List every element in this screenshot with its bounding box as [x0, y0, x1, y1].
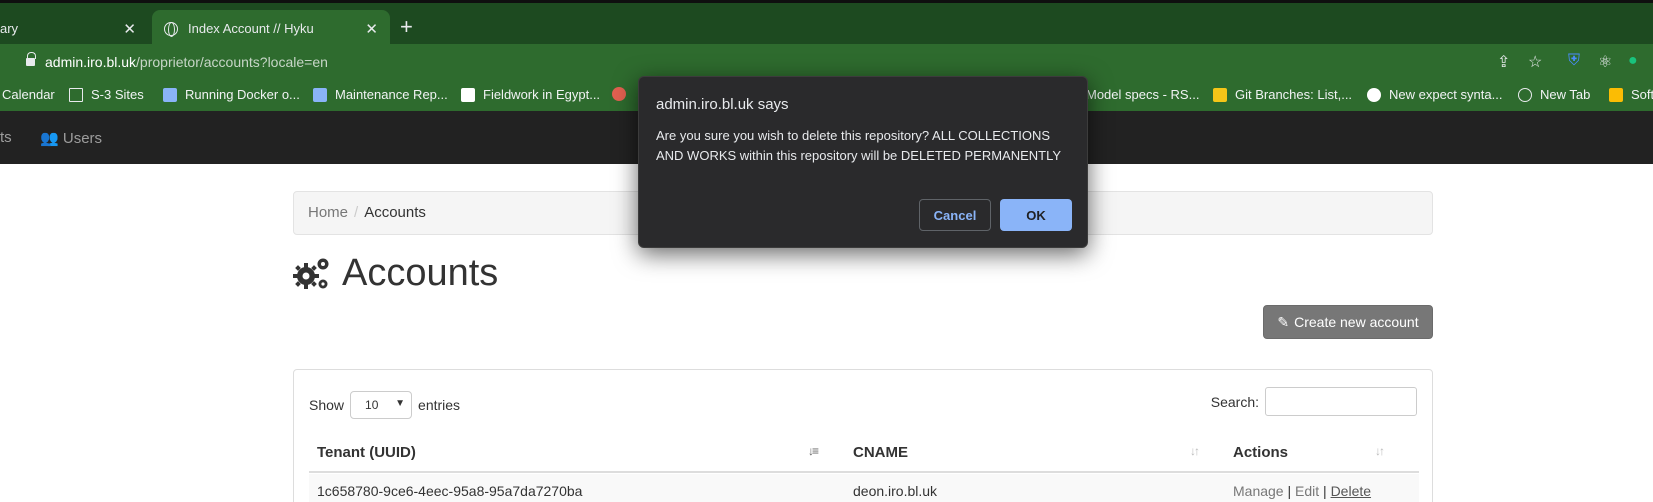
manage-link[interactable]: Manage [1233, 483, 1284, 499]
confirm-dialog: admin.iro.bl.uk says Are you sure you wi… [638, 76, 1088, 248]
bookmark-item[interactable]: Git Branches: List,... [1213, 87, 1352, 102]
bookmark-item[interactable]: Maintenance Rep... [313, 87, 448, 102]
column-header-actions[interactable]: Actions [1233, 444, 1288, 461]
tab-inactive[interactable]: ary ✕ [0, 10, 148, 47]
bookmark-label: Maintenance Rep... [335, 87, 448, 102]
sort-icon[interactable]: ↓↑ [1190, 444, 1200, 458]
bookmark-label: Model specs - RS... [1086, 87, 1200, 102]
sort-icon[interactable]: ↓↑ [1375, 444, 1385, 458]
cname-cell: deon.iro.bl.uk [853, 483, 938, 499]
create-button-label: Create new account [1294, 314, 1419, 330]
bookmark-label: Soft [1631, 87, 1653, 102]
dialog-title: admin.iro.bl.uk says [656, 96, 789, 113]
breadcrumb-current: Accounts [364, 204, 426, 221]
address-bar[interactable]: admin.iro.bl.uk/proprietor/accounts?loca… [0, 44, 1653, 80]
bookmark-label: Calendar [2, 87, 55, 102]
bookmark-label: S-3 Sites [91, 87, 144, 102]
ok-button[interactable]: OK [1000, 199, 1072, 231]
create-new-account-button[interactable]: ✎ Create new account [1263, 305, 1433, 339]
lock-icon[interactable] [26, 52, 36, 67]
column-header-cname[interactable]: CNAME [853, 444, 908, 461]
bookmark-favicon-icon [313, 87, 327, 102]
edit-link[interactable]: Edit [1295, 483, 1319, 499]
react-devtools-icon[interactable]: ⚛ [1598, 52, 1612, 72]
show-label: Show [309, 397, 345, 413]
bookmark-label: Running Docker o... [185, 87, 300, 102]
bookmark-favicon-icon [461, 87, 475, 102]
bookmark-item[interactable]: Soft [1609, 87, 1653, 102]
bookmark-item[interactable]: Fieldwork in Egypt... [461, 87, 600, 102]
close-tab-icon[interactable]: ✕ [123, 20, 136, 38]
bookmark-label: New Tab [1540, 87, 1591, 102]
url-host: admin.iro.bl.uk [45, 54, 137, 70]
tab-label: Index Account // Hyku [188, 21, 314, 36]
tab-active[interactable]: Index Account // Hyku ✕ [152, 10, 390, 47]
bookmark-item[interactable]: New expect synta... [1367, 87, 1502, 102]
actions-cell: Manage | Edit | Delete [1233, 483, 1371, 499]
google-drive-icon [1609, 87, 1623, 102]
star-icon[interactable]: ☆ [1528, 52, 1542, 72]
globe-icon [164, 21, 178, 37]
url-text[interactable]: admin.iro.bl.uk/proprietor/accounts?loca… [45, 54, 328, 70]
entries-label: entries [418, 397, 461, 413]
tab-strip: ary ✕ Index Account // Hyku ✕ + [0, 0, 1653, 47]
grammarly-icon[interactable]: ● [1628, 52, 1638, 70]
nav-item-users[interactable]: 👥 Users [40, 129, 102, 147]
url-path: /proprietor/accounts?locale=en [136, 54, 328, 70]
table-header: Tenant (UUID) ↓≡ CNAME ↓↑ Actions ↓↑ [309, 432, 1419, 473]
page-size-value: 10 [365, 398, 379, 412]
gears-icon [293, 258, 329, 289]
search-input[interactable] [1265, 387, 1417, 416]
bitwarden-icon[interactable]: ⛨ [1568, 52, 1580, 70]
dialog-message: Are you sure you wish to delete this rep… [656, 128, 1062, 163]
page-title: Accounts [292, 252, 498, 295]
action-separator: | [1287, 483, 1292, 499]
page-size-control: Show 10 ▼ entries [309, 391, 460, 419]
bookmark-favicon-icon [612, 87, 626, 101]
delete-link[interactable]: Delete [1331, 483, 1371, 499]
accounts-table-panel: Show 10 ▼ entries Search: Tenant (UUID) ↓… [293, 369, 1433, 502]
bookmark-favicon-icon [1213, 87, 1227, 102]
nav-item-label: Users [62, 130, 103, 147]
bookmark-item[interactable]: Running Docker o... [163, 87, 300, 102]
globe-icon [1518, 87, 1532, 102]
github-icon [1367, 87, 1381, 102]
page-title-text: Accounts [342, 252, 499, 294]
bookmark-favicon-icon [163, 87, 177, 102]
breadcrumb-home[interactable]: Home [308, 204, 348, 221]
breadcrumb-separator: / [354, 204, 359, 221]
share-icon[interactable]: ⇪ [1497, 52, 1510, 72]
nav-item-accounts[interactable]: ts [0, 129, 12, 146]
column-header-tenant[interactable]: Tenant (UUID) [317, 444, 416, 461]
bookmark-item[interactable]: S-3 Sites [69, 87, 144, 102]
bookmark-label: Git Branches: List,... [1235, 87, 1353, 102]
page-size-select[interactable]: 10 ▼ [350, 391, 413, 419]
close-tab-icon[interactable]: ✕ [365, 20, 378, 38]
bookmark-item[interactable]: Calendar [2, 87, 55, 102]
bookmark-item[interactable]: Model specs - RS... [1086, 87, 1199, 102]
edit-icon: ✎ [1277, 313, 1290, 330]
tenant-cell: 1c658780-9ce6-4eec-95a8-95a7da7270ba [317, 483, 583, 499]
folder-icon [69, 87, 83, 102]
bookmark-label: New expect synta... [1389, 87, 1503, 102]
chevron-down-icon: ▼ [395, 398, 406, 409]
table-row: 1c658780-9ce6-4eec-95a8-95a7da7270ba deo… [309, 474, 1419, 502]
search-control: Search: [1211, 387, 1417, 416]
action-separator: | [1323, 483, 1327, 499]
cancel-button[interactable]: Cancel [919, 199, 991, 231]
sort-icon[interactable]: ↓≡ [808, 444, 819, 458]
bookmark-label: Fieldwork in Egypt... [483, 87, 601, 102]
search-label: Search: [1210, 393, 1259, 410]
bookmark-item[interactable]: New Tab [1518, 87, 1590, 102]
new-tab-button[interactable]: + [400, 16, 413, 38]
bookmark-item[interactable] [612, 87, 634, 101]
tab-label: ary [0, 21, 19, 36]
users-icon: 👥 [40, 130, 59, 147]
